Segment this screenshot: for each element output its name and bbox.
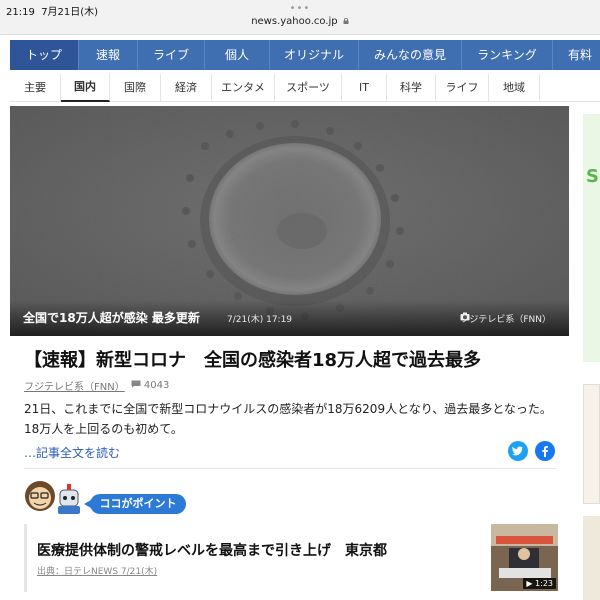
play-icon: ▶ xyxy=(526,579,533,588)
lock-icon xyxy=(343,18,349,24)
article-summary: 21日、これまでに全国で新型コロナウイルスの感染者が18万6209人となり、過去… xyxy=(24,402,552,436)
comment-icon xyxy=(131,380,141,388)
main-nav-item[interactable]: みんなの意見 xyxy=(359,40,462,70)
camera-icon xyxy=(460,312,470,321)
main-nav-item[interactable]: 有料 xyxy=(553,40,600,70)
category-nav-item[interactable]: 経済 xyxy=(161,74,212,101)
main-nav-item[interactable]: オリジナル xyxy=(270,40,359,70)
related-thumbnail[interactable]: ▶ 1:23 xyxy=(491,524,558,591)
article-source[interactable]: フジテレビ系（FNN） xyxy=(24,378,125,393)
main-nav-item[interactable]: 個人 xyxy=(205,40,270,70)
category-nav-item[interactable]: エンタメ xyxy=(212,74,275,101)
url-text: news.yahoo.co.jp xyxy=(251,16,338,27)
hero-credit: フジテレビ系（FNN） xyxy=(460,312,551,325)
ad-banner-2[interactable] xyxy=(583,384,600,504)
ad-banner-3[interactable] xyxy=(583,516,600,600)
related-title[interactable]: 医療提供体制の警戒レベルを最高まで引き上げ 東京都 xyxy=(37,540,387,560)
category-nav-item[interactable]: スポーツ xyxy=(275,74,342,101)
main-nav: トップ 速報 ライブ 個人 オリジナル みんなの意見 ランキング 有料 xyxy=(10,40,600,70)
category-nav-item[interactable]: ライフ xyxy=(436,74,489,101)
address-bar[interactable]: news.yahoo.co.jp xyxy=(0,16,600,27)
category-nav: 主要 国内 国際 経済 エンタメ スポーツ IT 科学 ライフ 地域 xyxy=(10,73,600,102)
category-nav-item[interactable]: 国際 xyxy=(110,74,161,101)
facebook-icon xyxy=(542,446,548,457)
section-divider xyxy=(24,468,556,469)
twitter-share-button[interactable] xyxy=(508,441,528,461)
ad-logo: S xyxy=(586,166,599,187)
category-nav-item[interactable]: 主要 xyxy=(10,74,61,101)
main-nav-item[interactable]: ライブ xyxy=(138,40,205,70)
category-nav-item[interactable]: 地域 xyxy=(489,74,540,101)
credit-text: フジテレビ系（FNN） xyxy=(460,315,551,325)
category-nav-item[interactable]: 科学 xyxy=(387,74,436,101)
hero-caption[interactable]: 全国で18万人超が感染 最多更新 xyxy=(23,309,200,326)
comment-count-value: 4043 xyxy=(143,380,170,391)
point-badge[interactable]: ココがポイント xyxy=(84,494,186,514)
facebook-share-button[interactable] xyxy=(535,441,555,461)
duration-text: 1:23 xyxy=(535,579,553,588)
ad-banner[interactable]: S xyxy=(583,114,600,362)
twitter-icon xyxy=(512,446,523,456)
video-duration: ▶ 1:23 xyxy=(523,578,556,589)
related-meta[interactable]: 出典：日テレNEWS 7/21(木) xyxy=(37,564,157,577)
main-nav-item[interactable]: 速報 xyxy=(79,40,138,70)
article-meta: フジテレビ系（FNN） 4043 xyxy=(24,378,169,393)
right-sidebar: S xyxy=(583,106,600,600)
category-nav-item[interactable]: 国内 xyxy=(61,73,110,102)
comment-count[interactable]: 4043 xyxy=(131,380,170,391)
main-nav-item[interactable]: ランキング xyxy=(462,40,553,70)
mascot-icon xyxy=(25,481,80,514)
read-more-link[interactable]: …記事全文を読む xyxy=(24,444,120,461)
browser-status-bar: 21:19 7月21日(木) ••• news.yahoo.co.jp xyxy=(0,0,600,35)
hero-image[interactable]: 全国で18万人超が感染 最多更新 7/21(木) 17:19 フジテレビ系（FN… xyxy=(10,106,569,336)
related-article[interactable]: 医療提供体制の警戒レベルを最高まで引き上げ 東京都 出典：日テレNEWS 7/2… xyxy=(24,524,563,592)
tab-dots-icon[interactable]: ••• xyxy=(290,3,311,14)
hero-time: 7/21(木) 17:19 xyxy=(227,315,293,325)
main-nav-item[interactable]: トップ xyxy=(10,40,79,70)
category-nav-item[interactable]: IT xyxy=(342,74,387,101)
article-headline[interactable]: 【速報】新型コロナ 全国の感染者18万人超で過去最多 xyxy=(24,346,481,372)
